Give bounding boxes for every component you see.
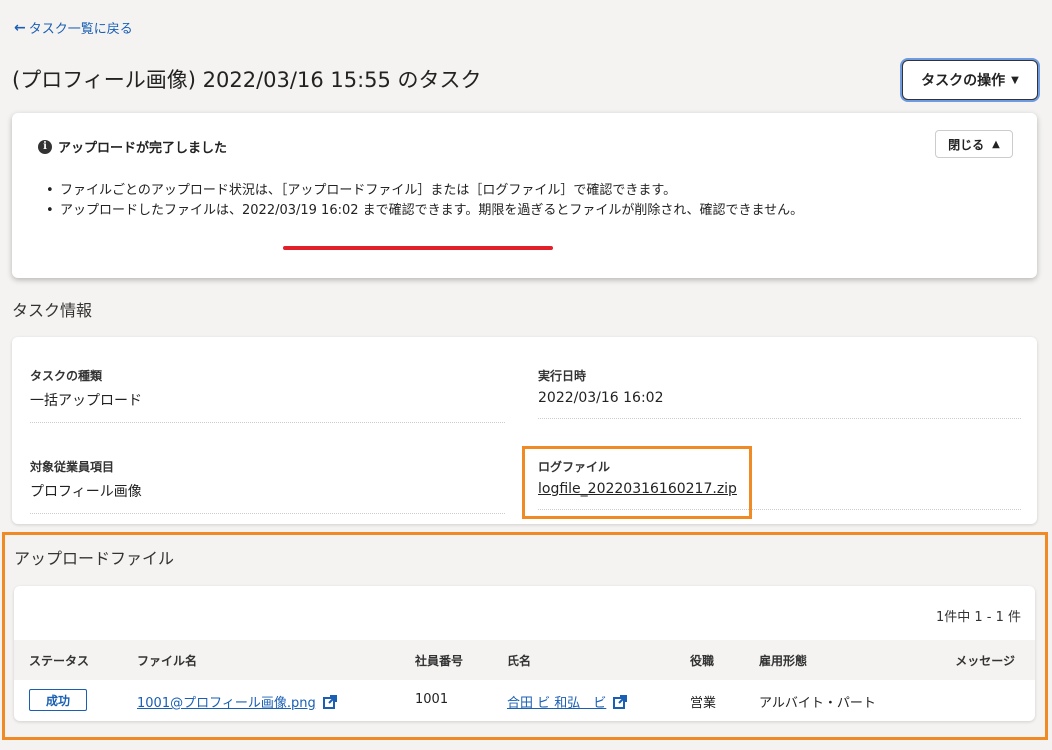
caret-up-icon: ▲ bbox=[992, 138, 1000, 150]
result-count: 1件中 1 - 1 件 bbox=[935, 610, 1021, 625]
column-header-status: ステータス bbox=[29, 654, 90, 668]
table-row: 成功 1001@プロフィール画像.png 1001 合田 ビ 和弘 ビ 営業 ア… bbox=[14, 680, 1035, 721]
column-header-name: 氏名 bbox=[507, 654, 532, 668]
arrow-left-icon: ← bbox=[14, 19, 26, 36]
upload-files-card: 1件中 1 - 1 件 ステータス ファイル名 社員番号 氏名 役職 雇用形態 … bbox=[14, 586, 1035, 721]
field-label: 対象従業員項目 bbox=[30, 460, 115, 474]
log-file-field: ログファイル logfile_20220316160217.zip bbox=[538, 458, 1021, 510]
upload-files-title: アップロードファイル bbox=[14, 549, 175, 568]
alert-heading-text: アップロードが完了しました bbox=[58, 141, 228, 156]
column-header-emp-no: 社員番号 bbox=[415, 654, 464, 668]
info-icon: i bbox=[38, 139, 52, 154]
field-label: ログファイル bbox=[538, 460, 611, 474]
title-cell: 営業 bbox=[690, 696, 717, 711]
red-highlight-underline bbox=[283, 246, 553, 250]
name-cell: 合田 ビ 和弘 ビ bbox=[507, 692, 628, 711]
task-info-title: タスク情報 bbox=[12, 301, 93, 320]
employee-name-link[interactable]: 合田 ビ 和弘 ビ bbox=[507, 696, 606, 711]
target-item-field: 対象従業員項目 プロフィール画像 bbox=[30, 458, 505, 514]
task-operations-label: タスクの操作 bbox=[921, 73, 1006, 89]
column-header-title: 役職 bbox=[690, 654, 715, 668]
alert-heading: i アップロードが完了しました bbox=[38, 137, 227, 156]
field-label: 実行日時 bbox=[538, 369, 587, 383]
close-alert-button[interactable]: 閉じる ▲ bbox=[935, 130, 1013, 158]
column-header-message: メッセージ bbox=[955, 654, 1015, 668]
upload-complete-alert: i アップロードが完了しました 閉じる ▲ ファイルごとのアップロード状況は、［… bbox=[12, 113, 1037, 278]
task-operations-button[interactable]: タスクの操作 ▼ bbox=[902, 60, 1038, 100]
external-link-icon[interactable] bbox=[613, 695, 628, 709]
log-file-link[interactable]: logfile_20220316160217.zip bbox=[538, 481, 737, 497]
external-link-icon[interactable] bbox=[322, 695, 337, 709]
column-header-file: ファイル名 bbox=[137, 654, 198, 668]
divider bbox=[30, 422, 505, 423]
column-header-employment: 雇用形態 bbox=[759, 654, 808, 668]
back-to-task-list-link[interactable]: ← タスク一覧に戻る bbox=[14, 18, 133, 38]
field-value: 一括アップロード bbox=[30, 393, 142, 409]
file-cell: 1001@プロフィール画像.png bbox=[137, 692, 337, 711]
divider bbox=[30, 513, 505, 514]
divider bbox=[538, 418, 1021, 419]
emp-no-cell: 1001 bbox=[415, 692, 449, 707]
alert-list: ファイルごとのアップロード状況は、［アップロードファイル］または［ログファイル］… bbox=[46, 181, 803, 221]
task-info-card: タスクの種類 一括アップロード 実行日時 2022/03/16 16:02 対象… bbox=[12, 337, 1037, 524]
caret-down-icon: ▼ bbox=[1011, 74, 1019, 86]
page-title: (プロフィール画像) 2022/03/16 15:55 のタスク bbox=[12, 68, 482, 92]
field-value: 2022/03/16 16:02 bbox=[538, 390, 664, 406]
alert-item: ファイルごとのアップロード状況は、［アップロードファイル］または［ログファイル］… bbox=[46, 181, 803, 201]
close-label: 閉じる bbox=[948, 137, 985, 152]
file-link[interactable]: 1001@プロフィール画像.png bbox=[137, 696, 316, 711]
field-value: プロフィール画像 bbox=[30, 484, 142, 500]
status-badge: 成功 bbox=[29, 689, 87, 711]
employment-cell: アルバイト・パート bbox=[759, 696, 876, 711]
back-link-label: タスク一覧に戻る bbox=[28, 22, 133, 37]
alert-item: アップロードしたファイルは、2022/03/19 16:02 まで確認できます。… bbox=[46, 201, 803, 221]
executed-at-field: 実行日時 2022/03/16 16:02 bbox=[538, 367, 1021, 419]
field-label: タスクの種類 bbox=[30, 369, 103, 383]
divider bbox=[538, 509, 1021, 510]
task-type-field: タスクの種類 一括アップロード bbox=[30, 367, 505, 423]
table-header: ステータス ファイル名 社員番号 氏名 役職 雇用形態 メッセージ bbox=[14, 640, 1035, 680]
